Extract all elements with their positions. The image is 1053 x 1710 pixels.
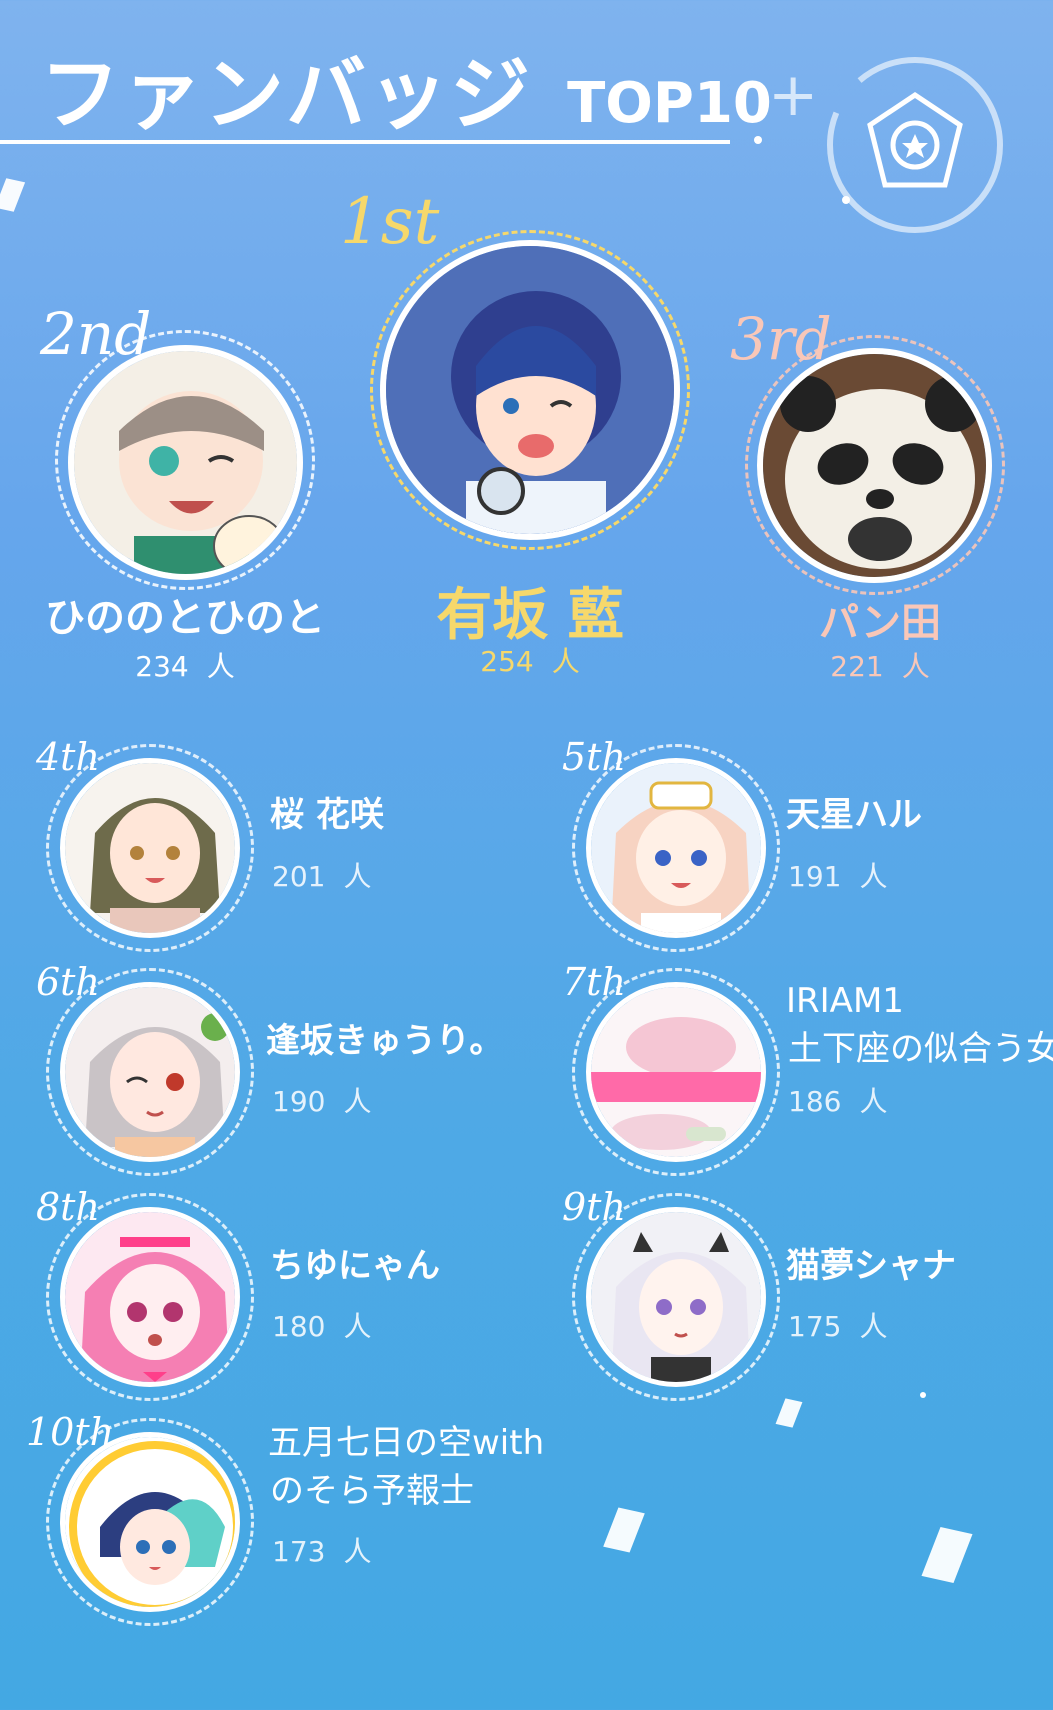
rank-9-avatar[interactable] xyxy=(586,1207,766,1387)
rank-8-name: ちゆにゃん xyxy=(270,1246,440,1286)
unit-label: 人 xyxy=(859,860,888,893)
rank-1-name: 有坂 藍 xyxy=(436,583,624,648)
rank-10-name-line2: のそら予報士 xyxy=(270,1471,474,1511)
rank-9-count-value: 175 xyxy=(788,1310,842,1343)
diamond-decoration xyxy=(775,1398,803,1428)
rank-1-avatar[interactable] xyxy=(380,240,680,540)
page-title: ファンバッジ xyxy=(40,48,532,141)
rank-3-count: 221 人 xyxy=(740,645,1020,685)
rank-3-avatar[interactable] xyxy=(757,348,992,583)
star-badge-icon xyxy=(820,50,1010,240)
rank-5-avatar[interactable] xyxy=(586,758,766,938)
rank-10-avatar[interactable] xyxy=(60,1432,240,1612)
rank-5-label: 5th xyxy=(562,735,626,779)
rank-8-count: 180 人 xyxy=(272,1305,371,1345)
rank-7-name-line2: 土下座の似合う女 xyxy=(788,1029,1053,1069)
rank-8-avatar[interactable] xyxy=(60,1207,240,1387)
rank-7-name-line1: IRIAM1 xyxy=(786,981,904,1021)
rank-6-count: 190 人 xyxy=(272,1080,371,1120)
rank-2-count: 234 人 xyxy=(20,645,350,685)
rank-10-count: 173 人 xyxy=(272,1530,371,1570)
unit-label: 人 xyxy=(343,860,372,893)
rank-6-count-value: 190 xyxy=(272,1085,326,1118)
page-subtitle: TOP10 xyxy=(567,71,772,136)
rank-4-count-value: 201 xyxy=(272,860,326,893)
rank-1-count-value: 254 xyxy=(480,645,534,678)
unit-label: 人 xyxy=(901,650,930,683)
rank-6-label: 6th xyxy=(36,960,100,1004)
rank-5-name: 天星ハル xyxy=(786,795,922,835)
rank-6-name: 逢坂きゅうり。 xyxy=(266,1021,504,1061)
rank-2-count-value: 234 xyxy=(135,650,189,683)
rank-8-count-value: 180 xyxy=(272,1310,326,1343)
rank-6-avatar[interactable] xyxy=(60,982,240,1162)
rank-9-count: 175 人 xyxy=(788,1305,887,1345)
unit-label: 人 xyxy=(343,1535,372,1568)
rank-7-count-value: 186 xyxy=(788,1085,842,1118)
diamond-decoration xyxy=(603,1507,645,1553)
plus-icon: + xyxy=(768,60,819,130)
unit-label: 人 xyxy=(859,1085,888,1118)
page-header: ファンバッジ TOP10 xyxy=(40,30,772,146)
rank-2-avatar[interactable] xyxy=(68,345,303,580)
rank-3-count-value: 221 xyxy=(830,650,884,683)
unit-label: 人 xyxy=(206,650,235,683)
rank-9-label: 9th xyxy=(562,1185,626,1229)
rank-4-avatar[interactable] xyxy=(60,758,240,938)
rank-4-name: 桜 花咲 xyxy=(270,795,384,835)
rank-9-name: 猫夢シャナ xyxy=(786,1246,956,1286)
rank-7-label: 7th xyxy=(562,960,626,1004)
rank-1-count: 254 人 xyxy=(380,640,680,680)
unit-label: 人 xyxy=(859,1310,888,1343)
rank-4-count: 201 人 xyxy=(272,855,371,895)
unit-label: 人 xyxy=(343,1085,372,1118)
rank-5-count-value: 191 xyxy=(788,860,842,893)
diamond-decoration xyxy=(0,178,26,212)
rank-7-avatar[interactable] xyxy=(586,982,766,1162)
rank-10-count-value: 173 xyxy=(272,1535,326,1568)
rank-10-name-line1: 五月七日の空with xyxy=(268,1423,545,1463)
rank-2-name: ひののとひのと xyxy=(45,595,325,641)
title-underline xyxy=(0,140,730,144)
rank-7-count: 186 人 xyxy=(788,1080,887,1120)
unit-label: 人 xyxy=(343,1310,372,1343)
rank-4-label: 4th xyxy=(36,735,100,779)
rank-1-label: 1st xyxy=(340,185,440,259)
sparkle xyxy=(920,1392,926,1398)
unit-label: 人 xyxy=(551,645,580,678)
rank-5-count: 191 人 xyxy=(788,855,887,895)
rank-3-name: パン田 xyxy=(819,600,941,646)
rank-8-label: 8th xyxy=(36,1185,100,1229)
diamond-decoration xyxy=(921,1527,973,1583)
